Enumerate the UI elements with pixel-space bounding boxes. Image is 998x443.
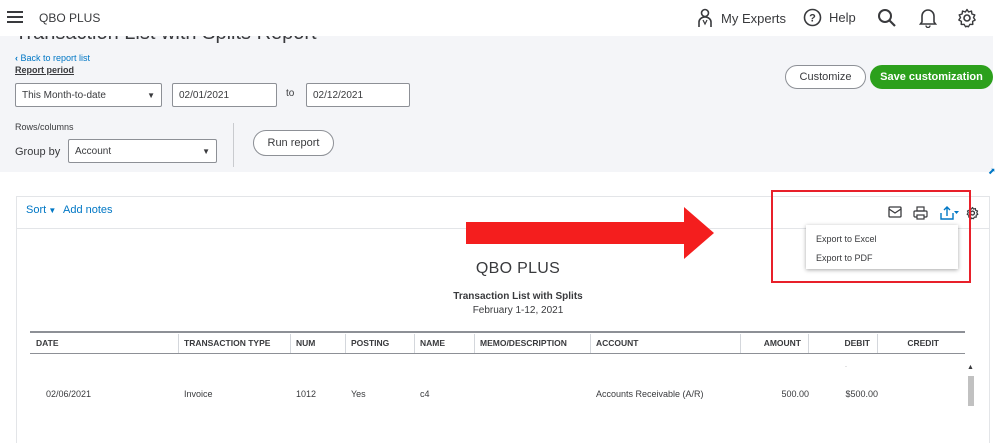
column-header-memo[interactable]: MEMO/DESCRIPTION bbox=[480, 338, 567, 348]
company-name: QBO PLUS bbox=[39, 11, 101, 25]
column-divider bbox=[290, 334, 291, 353]
marker-dot: · bbox=[845, 364, 847, 370]
caret-down-icon: ▼ bbox=[202, 146, 210, 156]
to-label: to bbox=[286, 88, 295, 99]
bell-icon[interactable] bbox=[919, 8, 937, 28]
help-label: Help bbox=[829, 10, 856, 25]
table-top-rule bbox=[30, 331, 965, 333]
cell-transaction-type[interactable]: Invoice bbox=[184, 389, 213, 399]
save-customization-button[interactable]: Save customization bbox=[870, 65, 993, 89]
cell-name: c4 bbox=[420, 389, 430, 399]
group-by-select[interactable]: Account ▼ bbox=[68, 139, 217, 163]
cell-date: 02/06/2021 bbox=[46, 389, 92, 399]
column-divider bbox=[740, 334, 741, 353]
column-divider bbox=[877, 334, 878, 353]
add-notes-link[interactable]: Add notes bbox=[63, 204, 113, 216]
run-report-button[interactable]: Run report bbox=[253, 130, 334, 156]
sort-dropdown[interactable]: Sort ▼ bbox=[26, 204, 56, 216]
customize-button[interactable]: Customize bbox=[785, 65, 866, 89]
cell-account: Accounts Receivable (A/R) bbox=[596, 389, 704, 399]
top-nav: QBO PLUS My Experts ? Help bbox=[0, 0, 998, 36]
column-divider bbox=[345, 334, 346, 353]
header-divider bbox=[233, 123, 234, 167]
column-header-debit[interactable]: DEBIT bbox=[845, 338, 871, 348]
search-icon[interactable] bbox=[877, 8, 897, 28]
date-from-input[interactable]: 02/01/2021 bbox=[172, 83, 277, 107]
date-to-input[interactable]: 02/12/2021 bbox=[306, 83, 410, 107]
report-title: Transaction List with Splits bbox=[453, 291, 583, 302]
column-header-date[interactable]: DATE bbox=[36, 338, 59, 348]
column-header-account[interactable]: ACCOUNT bbox=[596, 338, 639, 348]
column-divider bbox=[414, 334, 415, 353]
caret-down-icon: ▼ bbox=[46, 206, 57, 215]
scroll-up-icon[interactable]: ▲ bbox=[967, 364, 974, 371]
help-button[interactable]: ? Help bbox=[803, 8, 856, 27]
back-to-report-list-link[interactable]: ‹ Back to report list bbox=[15, 53, 90, 63]
table-scrollbar[interactable]: ▲ bbox=[966, 360, 976, 406]
column-header-transaction-type[interactable]: TRANSACTION TYPE bbox=[184, 338, 270, 348]
collapse-arrow-icon[interactable]: ⬈ bbox=[988, 166, 996, 177]
group-by-label: Group by bbox=[15, 146, 61, 158]
page-title: Transaction List with Splits Report bbox=[15, 36, 317, 45]
column-header-amount[interactable]: AMOUNT bbox=[764, 338, 801, 348]
my-experts-button[interactable]: My Experts bbox=[697, 8, 786, 28]
caret-down-icon: ▼ bbox=[147, 90, 155, 100]
svg-text:?: ? bbox=[809, 13, 816, 25]
help-icon: ? bbox=[803, 8, 822, 27]
cell-num: 1012 bbox=[296, 389, 317, 399]
column-divider bbox=[474, 334, 475, 353]
column-header-posting[interactable]: POSTING bbox=[351, 338, 389, 348]
gear-icon[interactable] bbox=[957, 8, 977, 28]
column-header-num[interactable]: NUM bbox=[296, 338, 315, 348]
report-period-label: Report period bbox=[15, 65, 75, 75]
column-divider bbox=[178, 334, 179, 353]
my-experts-label: My Experts bbox=[721, 10, 787, 26]
cell-debit: $500.00 bbox=[845, 389, 878, 399]
cell-amount: 500.00 bbox=[781, 389, 809, 399]
report-period-select[interactable]: This Month-to-date ▼ bbox=[15, 83, 162, 107]
column-divider bbox=[590, 334, 591, 353]
red-arrow-annotation bbox=[466, 207, 714, 259]
rows-columns-label: Rows/columns bbox=[15, 122, 74, 132]
person-icon bbox=[698, 8, 712, 27]
report-date-range: February 1-12, 2021 bbox=[472, 305, 564, 316]
table-header-rule bbox=[30, 353, 965, 354]
column-header-name[interactable]: NAME bbox=[420, 338, 445, 348]
cell-posting: Yes bbox=[351, 389, 366, 399]
hamburger-menu-icon[interactable] bbox=[7, 11, 23, 23]
column-divider bbox=[808, 334, 809, 353]
scrollbar-thumb[interactable] bbox=[968, 376, 974, 406]
column-header-credit[interactable]: CREDIT bbox=[907, 338, 939, 348]
report-company-name: QBO PLUS bbox=[475, 260, 561, 277]
